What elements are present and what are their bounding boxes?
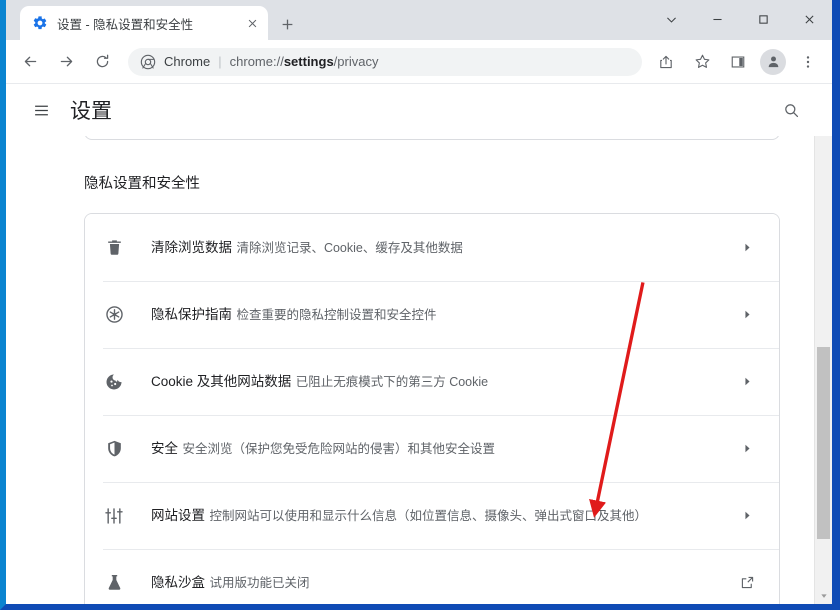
- settings-row-site-settings[interactable]: 网站设置 控制网站可以使用和显示什么信息（如位置信息、摄像头、弹出式窗口及其他）: [85, 482, 779, 549]
- close-icon: [804, 14, 814, 24]
- settings-row-text: 清除浏览数据 清除浏览记录、Cookie、缓存及其他数据: [151, 238, 735, 257]
- settings-row-text: Cookie 及其他网站数据 已阻止无痕模式下的第三方 Cookie: [151, 372, 735, 391]
- settings-row-title: Cookie 及其他网站数据: [151, 374, 292, 389]
- settings-header: 设置: [6, 84, 832, 136]
- url-suffix: /privacy: [333, 54, 379, 69]
- window-controls: [648, 0, 832, 38]
- chevron-right-icon: [735, 437, 759, 461]
- maximize-button[interactable]: [740, 0, 786, 38]
- sliders-icon: [103, 505, 125, 527]
- browser-tab[interactable]: 设置 - 隐私设置和安全性: [20, 6, 268, 40]
- privacy-settings-card: 清除浏览数据 清除浏览记录、Cookie、缓存及其他数据 隐私保护指南 检查重要…: [84, 213, 780, 604]
- url-bold: settings: [283, 54, 334, 69]
- reload-icon: [96, 54, 108, 68]
- new-tab-button[interactable]: [274, 11, 300, 37]
- more-vertical-icon: [806, 55, 810, 68]
- chevron-down-icon: [666, 17, 676, 23]
- trash-icon: [103, 237, 125, 259]
- external-link-icon: [735, 571, 759, 595]
- settings-search-button[interactable]: [776, 95, 806, 125]
- chevron-right-icon: [735, 303, 759, 327]
- plus-icon: [282, 19, 292, 29]
- settings-row-subtitle: 已阻止无痕模式下的第三方 Cookie: [295, 375, 489, 389]
- toolbar-actions: [648, 47, 826, 77]
- address-bar[interactable]: Chrome | chrome://settings/privacy: [128, 47, 642, 76]
- page-scrollbar[interactable]: [814, 84, 832, 604]
- person-icon: [768, 56, 778, 68]
- share-button[interactable]: [651, 47, 681, 77]
- settings-row-subtitle: 试用版功能已关闭: [209, 576, 310, 590]
- scrollbar-thumb[interactable]: [817, 347, 830, 539]
- gear-icon: [32, 15, 48, 31]
- tab-title: 设置 - 隐私设置和安全性: [57, 17, 194, 32]
- settings-row-subtitle: 控制网站可以使用和显示什么信息（如位置信息、摄像头、弹出式窗口及其他）: [209, 509, 647, 523]
- settings-row-text: 隐私保护指南 检查重要的隐私控制设置和安全控件: [151, 305, 735, 324]
- cookie-icon: [103, 371, 125, 393]
- arrow-right-icon: [60, 56, 72, 67]
- settings-row-subtitle: 检查重要的隐私控制设置和安全控件: [236, 308, 437, 322]
- settings-row-clear-browsing-data[interactable]: 清除浏览数据 清除浏览记录、Cookie、缓存及其他数据: [85, 214, 779, 281]
- settings-page: 设置 隐私设置和安全性 清除浏览数据 清除浏览记录、Cookie、缓存及其他数据…: [6, 84, 832, 604]
- hamburger-menu-button[interactable]: [26, 95, 56, 125]
- hamburger-icon: [34, 105, 48, 115]
- section-heading: 隐私设置和安全性: [84, 176, 200, 192]
- side-panel-icon: [731, 55, 745, 68]
- chrome-icon: [140, 54, 156, 70]
- settings-content: 隐私设置和安全性 清除浏览数据 清除浏览记录、Cookie、缓存及其他数据 隐私…: [6, 120, 814, 604]
- url-prefix: chrome://: [229, 54, 284, 69]
- shield-icon: [103, 438, 125, 460]
- chevron-right-icon: [735, 504, 759, 528]
- tab-search-button[interactable]: [648, 0, 694, 38]
- close-icon[interactable]: [242, 13, 262, 33]
- settings-row-privacy-sandbox[interactable]: 隐私沙盒 试用版功能已关闭: [85, 549, 779, 604]
- omnibox-url: chrome://settings/privacy: [230, 54, 379, 69]
- settings-row-text: 隐私沙盒 试用版功能已关闭: [151, 573, 735, 592]
- settings-row-privacy-guide[interactable]: 隐私保护指南 检查重要的隐私控制设置和安全控件: [85, 281, 779, 348]
- omnibox-scheme-label: Chrome: [164, 54, 211, 69]
- side-panel-button[interactable]: [723, 47, 753, 77]
- forward-button[interactable]: [51, 47, 81, 77]
- back-button[interactable]: [15, 47, 45, 77]
- privacy-guide-icon: [103, 304, 125, 326]
- triangle-down-icon: [820, 593, 827, 598]
- avatar[interactable]: [760, 48, 786, 75]
- maximize-icon: [758, 14, 768, 24]
- settings-row-title: 安全: [151, 441, 178, 456]
- chevron-right-icon: [735, 370, 759, 394]
- share-icon: [660, 55, 672, 68]
- chrome-menu-button[interactable]: [793, 47, 823, 77]
- settings-row-title: 隐私保护指南: [151, 307, 232, 322]
- settings-row-security[interactable]: 安全 安全浏览（保护您免受危险网站的侵害）和其他安全设置: [85, 415, 779, 482]
- star-icon: [695, 54, 709, 68]
- settings-row-cookies[interactable]: Cookie 及其他网站数据 已阻止无痕模式下的第三方 Cookie: [85, 348, 779, 415]
- flask-icon: [103, 572, 125, 594]
- search-icon: [784, 103, 798, 117]
- minimize-button[interactable]: [694, 0, 740, 38]
- browser-window: 设置 - 隐私设置和安全性 Chrome | chrome://settings…: [0, 0, 840, 610]
- settings-row-subtitle: 安全浏览（保护您免受危险网站的侵害）和其他安全设置: [182, 442, 495, 456]
- settings-row-text: 安全 安全浏览（保护您免受危险网站的侵害）和其他安全设置: [151, 439, 735, 458]
- tab-strip: 设置 - 隐私设置和安全性: [6, 0, 832, 40]
- settings-row-title: 隐私沙盒: [151, 575, 205, 590]
- page-title: 设置: [70, 100, 112, 123]
- chevron-right-icon: [735, 236, 759, 260]
- scroll-down-button[interactable]: [815, 587, 832, 604]
- settings-row-title: 网站设置: [151, 508, 205, 523]
- bookmark-button[interactable]: [687, 47, 717, 77]
- settings-row-text: 网站设置 控制网站可以使用和显示什么信息（如位置信息、摄像头、弹出式窗口及其他）: [151, 506, 735, 525]
- settings-row-title: 清除浏览数据: [151, 240, 232, 255]
- arrow-left-icon: [24, 56, 36, 67]
- browser-toolbar: Chrome | chrome://settings/privacy: [6, 40, 832, 84]
- reload-button[interactable]: [87, 47, 117, 77]
- close-button[interactable]: [786, 0, 832, 38]
- omnibox-separator: |: [218, 54, 222, 69]
- minimize-icon: [712, 18, 722, 20]
- settings-row-subtitle: 清除浏览记录、Cookie、缓存及其他数据: [236, 241, 463, 255]
